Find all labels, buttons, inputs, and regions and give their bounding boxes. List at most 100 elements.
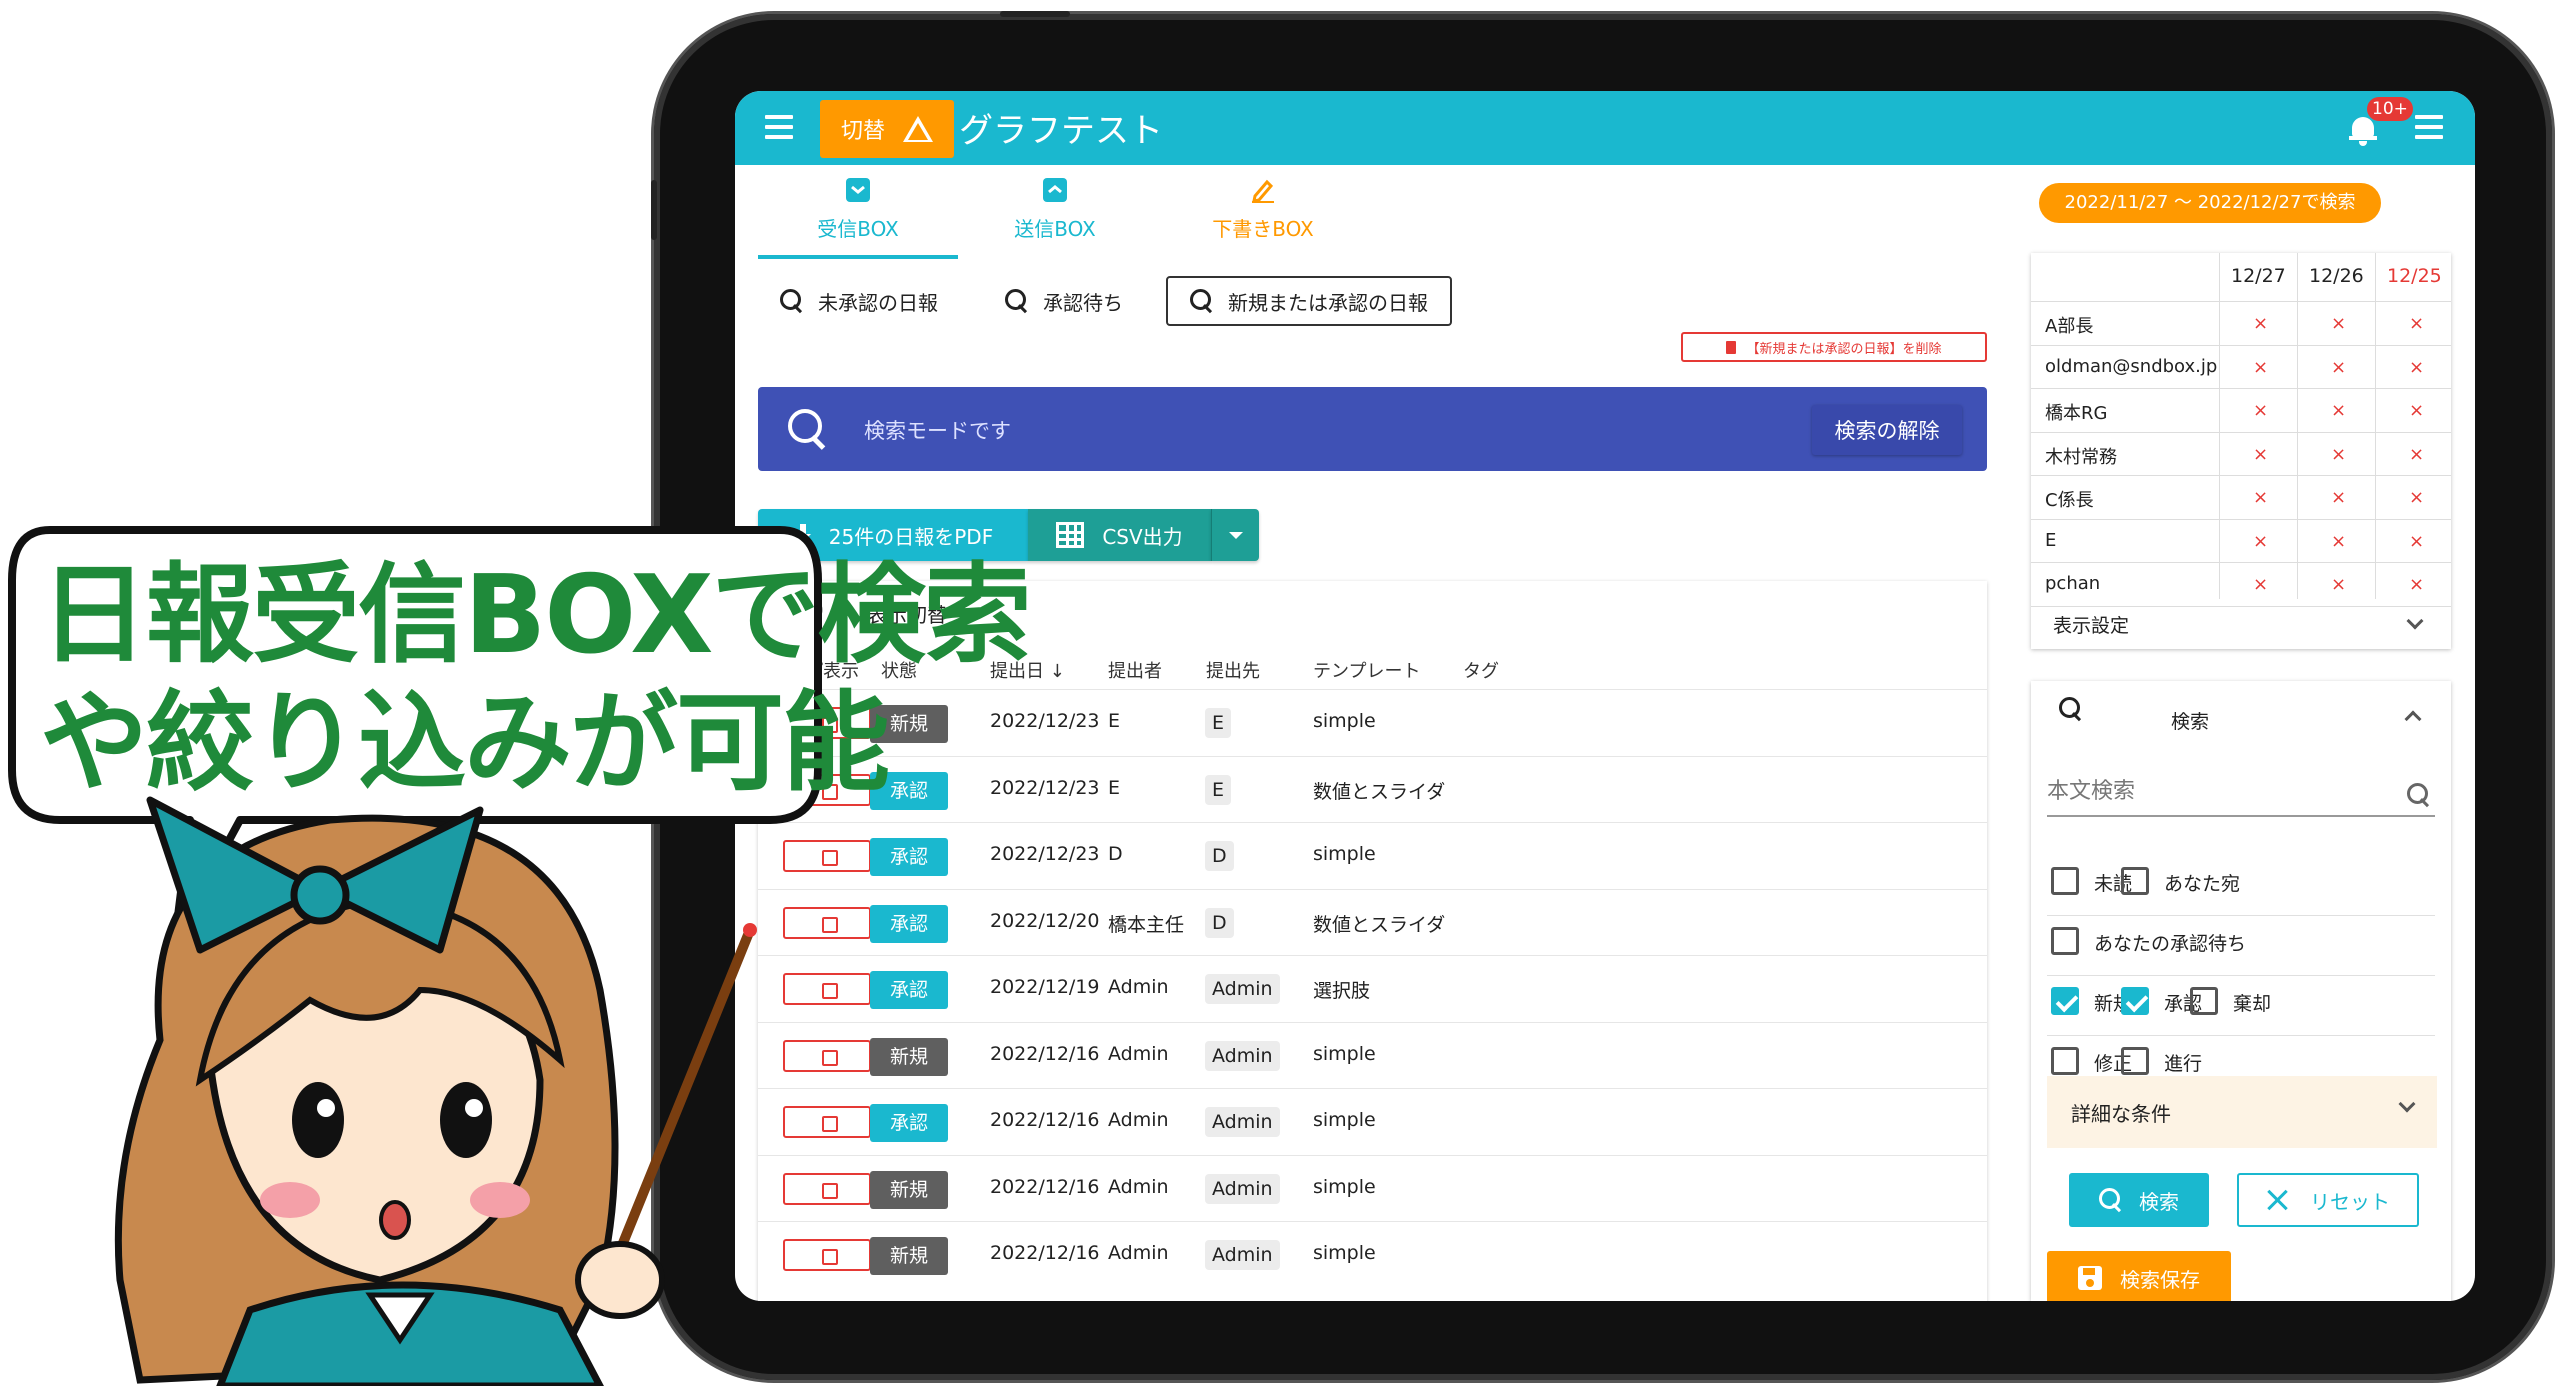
tab-drafts[interactable]: 下書きBOX <box>1163 177 1363 259</box>
status-mark: × <box>2253 400 2269 421</box>
filter-unapproved[interactable]: 未承認の日報 <box>758 276 960 326</box>
member-name: 橋本RG <box>2045 403 2108 424</box>
checkbox[interactable] <box>2051 867 2079 895</box>
status-mark: × <box>2409 443 2425 465</box>
search-panel-title: 検索 <box>2171 711 2210 733</box>
destination-chip: Admin <box>1205 1040 1280 1071</box>
save-search-button[interactable]: 検索保存 <box>2047 1251 2231 1301</box>
csv-export-button[interactable]: CSV出力 <box>1028 509 1211 561</box>
clear-search-button[interactable]: 検索の解除 <box>1812 405 1962 455</box>
checkbox[interactable] <box>2051 927 2079 955</box>
member-row-divider <box>2031 475 2451 476</box>
status-mark: × <box>2409 530 2425 552</box>
app-screen: 切替 グラフテスト 10+ 受信BOX 送信BOX 下書きBOX 未承認の日報 <box>735 91 2475 1301</box>
date-header: 12/25 <box>2387 265 2442 287</box>
status-badge: 承認 <box>870 904 948 943</box>
search-button[interactable]: 検索 <box>2069 1173 2209 1227</box>
status-badge: 承認 <box>870 838 948 876</box>
checkbox[interactable] <box>2190 987 2218 1015</box>
tablet-top-button <box>1000 11 1070 17</box>
table-row[interactable]: 新規 2022/12/16 Admin Admin simple <box>758 1221 1987 1287</box>
body-search-input[interactable]: 本文検索 <box>2047 761 2435 817</box>
reset-button[interactable]: リセット <box>2237 1173 2419 1227</box>
pdf-export-label: 25件の日報をPDF <box>828 524 994 549</box>
table-row[interactable]: 新規 2022/12/16 Admin Admin simple <box>758 1154 1987 1221</box>
date-header: 12/26 <box>2309 265 2364 287</box>
table-row[interactable]: 承認 2022/12/20 橋本主任 D 数値とスライダ <box>758 888 1987 955</box>
app-bar: 切替 グラフテスト 10+ <box>735 91 2475 165</box>
table-row[interactable]: 承認 2022/12/23 E E 数値とスライダ <box>758 755 1987 822</box>
tab-inbox[interactable]: 受信BOX <box>758 177 958 259</box>
status-mark: × <box>2409 400 2425 421</box>
delete-filter-label: 【新規または承認の日報】を削除 <box>1746 341 1942 357</box>
status-mark: × <box>2253 313 2269 334</box>
template-name: simple <box>1313 1042 1376 1065</box>
table-row[interactable]: 新規 2022/12/23 E Esimple <box>758 689 1987 755</box>
detail-conditions[interactable]: 詳細な条件 <box>2047 1076 2437 1148</box>
submitter: Admin <box>1108 1242 1169 1264</box>
template-name: simple <box>1313 1109 1376 1131</box>
stage: 切替 グラフテスト 10+ 受信BOX 送信BOX 下書きBOX 未承認の日報 <box>0 0 2560 1386</box>
checkbox[interactable] <box>2121 987 2149 1015</box>
status-mark: × <box>2331 443 2347 465</box>
search-icon <box>1005 289 1029 313</box>
member-name: E <box>2045 529 2057 551</box>
member-row-divider <box>2031 388 2451 389</box>
status-mark: × <box>2331 530 2347 552</box>
status-badge: 新規 <box>870 1237 948 1275</box>
checkbox[interactable] <box>2121 1047 2149 1075</box>
template-name: simple <box>1313 1175 1376 1198</box>
status-mark: × <box>2409 574 2425 595</box>
submitter: Admin <box>1108 1042 1169 1065</box>
display-settings[interactable]: 表示設定 <box>2053 611 2129 638</box>
status-badge: 新規 <box>870 1037 948 1076</box>
triangle-icon <box>903 116 933 142</box>
date-range-pill[interactable]: 2022/11/27 〜 2022/12/27で検索 <box>2039 183 2381 223</box>
checkbox-label: 進行 <box>2164 1053 2203 1075</box>
right-menu-icon[interactable] <box>2415 115 2443 139</box>
bubble-text-line1: 日報受信BOXで検索 <box>40 553 1032 678</box>
destination-chip: Admin <box>1205 974 1280 1004</box>
table-row[interactable]: 新規 2022/12/16 Admin Admin simple <box>758 1021 1987 1088</box>
filter-label: 承認待ち <box>1043 290 1123 315</box>
member-row-divider <box>2031 344 2451 346</box>
filter-new-or-approved[interactable]: 新規または承認の日報 <box>1166 276 1452 326</box>
submit-date: 2022/12/23 <box>990 710 1100 732</box>
search-icon[interactable] <box>2407 783 2431 807</box>
column-header-tag: タグ <box>1463 661 1499 682</box>
submit-date: 2022/12/19 <box>990 976 1100 998</box>
hamburger-menu-icon[interactable] <box>765 115 793 139</box>
destination-chip: D <box>1205 841 1234 871</box>
table-row[interactable]: 承認 2022/12/16 Admin Admin simple <box>758 1088 1987 1154</box>
save-icon <box>2078 1266 2102 1290</box>
search-icon <box>780 289 804 313</box>
trash-icon <box>1726 340 1737 354</box>
checkbox[interactable] <box>2051 1047 2079 1075</box>
submitter: Admin <box>1108 1109 1169 1131</box>
table-row[interactable]: 承認 2022/12/19 Admin Admin 選択肢 <box>758 955 1987 1021</box>
chevron-down-icon[interactable] <box>2406 612 2424 630</box>
template-name: 数値とスライダ <box>1313 780 1446 803</box>
tab-outbox[interactable]: 送信BOX <box>955 177 1155 259</box>
status-mark: × <box>2253 574 2269 595</box>
delete-filter-button[interactable]: 【新規または承認の日報】を削除 <box>1681 332 1987 362</box>
table-row[interactable]: 承認 2022/12/23 D Dsimple <box>758 822 1987 888</box>
template-name: 数値とスライダ <box>1313 913 1446 936</box>
destination-chip: D <box>1205 907 1234 938</box>
csv-dropdown-button[interactable] <box>1211 509 1259 561</box>
checkbox-label: あなた宛 <box>2164 873 2241 895</box>
status-mark: × <box>2409 313 2425 334</box>
checkbox[interactable] <box>2121 867 2149 895</box>
submit-date: 2022/12/23 <box>990 843 1100 865</box>
tab-label: 送信BOX <box>1014 217 1096 241</box>
switch-button[interactable]: 切替 <box>820 100 954 158</box>
template-name: simple <box>1313 710 1376 732</box>
checkbox-row-divider <box>2047 975 2435 976</box>
status-mark: × <box>2331 574 2347 595</box>
filter-awaiting-approval[interactable]: 承認待ち <box>983 276 1145 326</box>
save-search-label: 検索保存 <box>2120 1267 2200 1292</box>
member-row-divider <box>2031 605 2451 607</box>
checkbox[interactable] <box>2051 987 2079 1015</box>
pencil-icon <box>1252 179 1274 203</box>
status-mark: × <box>2331 487 2347 508</box>
